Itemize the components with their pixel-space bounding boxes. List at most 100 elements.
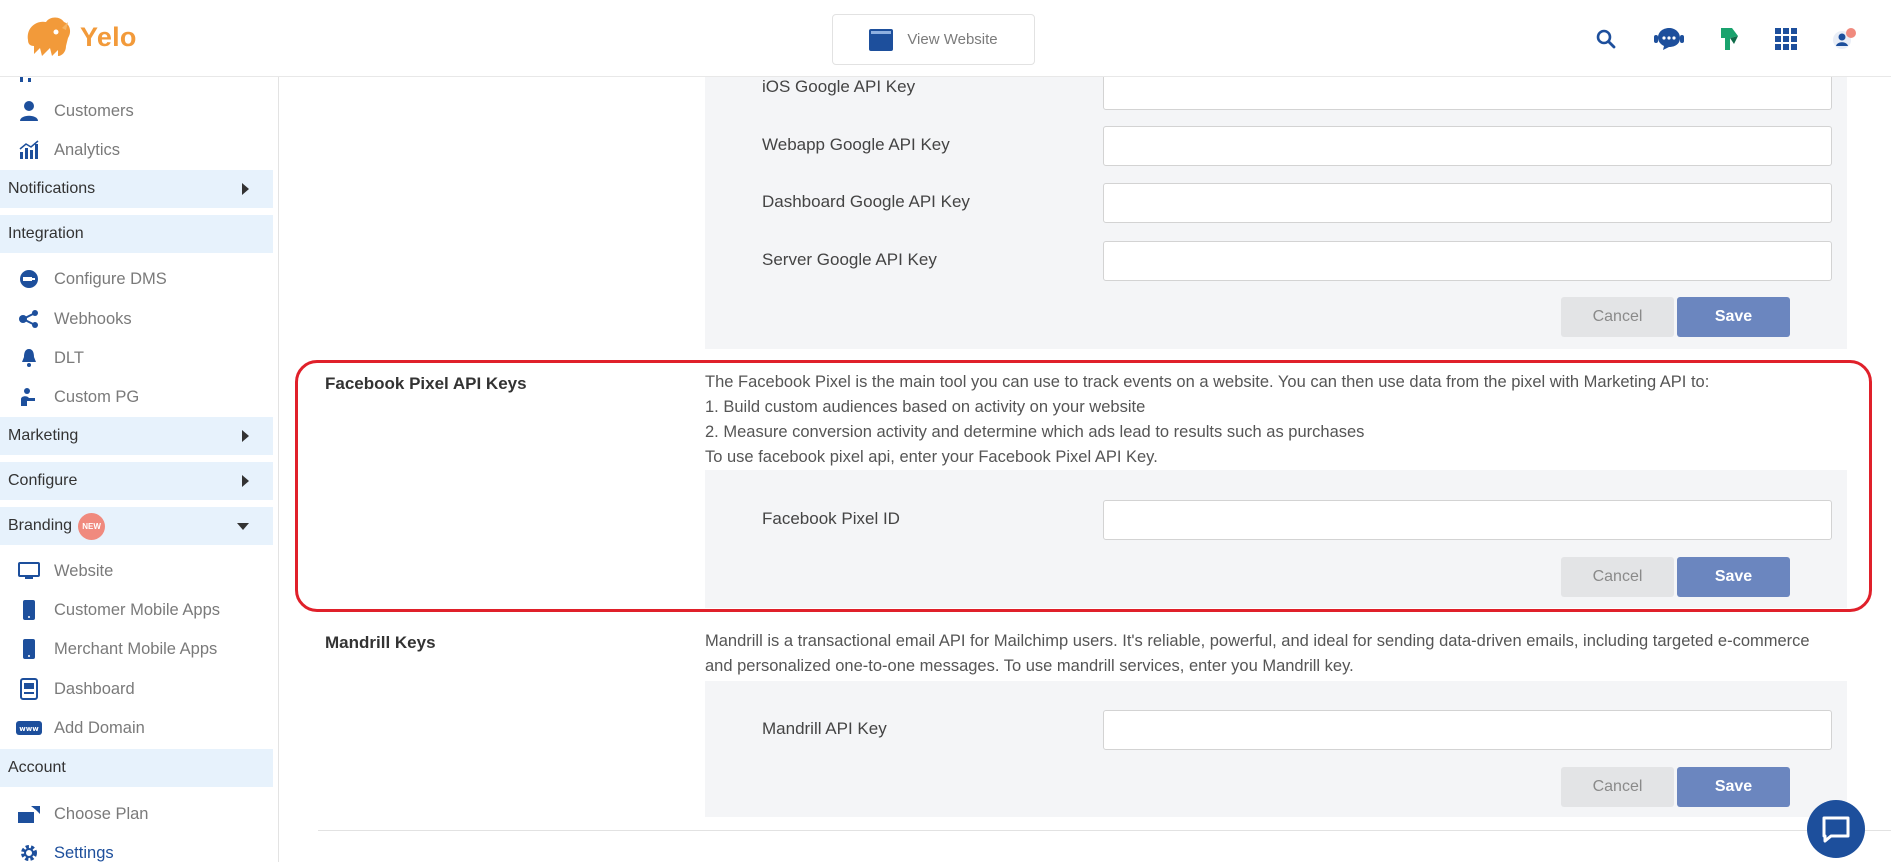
server-google-api-key-label: Server Google API Key [762, 250, 937, 269]
sidebar-item-dlt[interactable]: DLT [0, 340, 273, 376]
dms-icon [16, 266, 42, 292]
facebook-pixel-description: The Facebook Pixel is the main tool you … [705, 370, 1855, 470]
payment-gateway-icon [16, 384, 42, 410]
sidebar-item-configure-dms[interactable]: Configure DMS [0, 261, 273, 297]
sidebar-item-label: Dashboard [54, 679, 135, 698]
sidebar-section-configure[interactable]: Configure [0, 462, 273, 500]
caret-right-icon [242, 183, 249, 195]
top-header: Yelo View Website [0, 0, 1891, 77]
sidebar-item-label: Custom PG [54, 387, 140, 406]
caret-right-icon [242, 430, 249, 442]
section-label: Integration [8, 225, 84, 242]
caret-down-icon [237, 523, 249, 530]
sidebar-item-choose-plan[interactable]: Choose Plan [0, 796, 273, 832]
marketplace-icon[interactable] [1712, 22, 1746, 56]
webapp-google-api-key-input[interactable] [1103, 126, 1832, 166]
sidebar-item-merchant-mobile-apps[interactable]: Merchant Mobile Apps [0, 631, 273, 667]
mandrill-title: Mandrill Keys [325, 633, 436, 652]
analytics-icon [16, 137, 42, 163]
browser-window-icon [869, 28, 894, 51]
sidebar-item-settings[interactable]: Settings [0, 835, 273, 862]
server-google-api-key-input[interactable] [1103, 241, 1832, 281]
google-keys-save-button[interactable]: Save [1677, 297, 1790, 337]
sidebar-item-label: Add Domain [54, 718, 145, 737]
google-keys-cancel-button[interactable]: Cancel [1561, 297, 1674, 337]
www-icon: www [16, 715, 42, 741]
section-label: Account [8, 759, 66, 776]
sidebar-item-label: Choose Plan [54, 804, 149, 823]
dashboard-google-api-key-label: Dashboard Google API Key [762, 192, 970, 211]
customer-icon [16, 98, 42, 124]
section-label: Configure [8, 472, 78, 489]
sidebar-item-customer-mobile-apps[interactable]: Customer Mobile Apps [0, 592, 273, 628]
mandrill-api-key-input[interactable] [1103, 710, 1832, 750]
description-line: 2. Measure conversion activity and deter… [705, 423, 1365, 441]
webapp-google-api-key-label: Webapp Google API Key [762, 135, 950, 154]
lion-logo-icon [27, 17, 71, 56]
section-divider [318, 830, 1891, 831]
description-line: The Facebook Pixel is the main tool you … [705, 373, 1710, 391]
sidebar-item-dashboard[interactable]: Dashboard [0, 671, 273, 707]
facebook-pixel-title: Facebook Pixel API Keys [325, 374, 527, 393]
description-line: To use facebook pixel api, enter your Fa… [705, 448, 1158, 466]
chat-bubble-icon[interactable] [1807, 800, 1865, 858]
sidebar-item-label: Customer Mobile Apps [54, 600, 220, 619]
partial-menu-icon [20, 77, 36, 82]
sidebar-item-website[interactable]: Website [0, 553, 273, 589]
facebook-pixel-id-input[interactable] [1103, 500, 1832, 540]
webhooks-icon [16, 306, 42, 332]
apps-grid-icon[interactable] [1769, 22, 1803, 56]
sidebar-item-label: Website [54, 561, 114, 580]
dashboard-icon [16, 676, 42, 702]
svg-text:www: www [19, 725, 39, 733]
sidebar-item-label: Settings [54, 843, 114, 862]
ios-google-api-key-input[interactable] [1103, 77, 1832, 110]
description-line: Mandrill is a transactional email API fo… [705, 632, 1810, 650]
sidebar-item-label: DLT [54, 348, 84, 367]
sidebar-item-label: Analytics [54, 140, 121, 159]
monitor-icon [16, 558, 42, 584]
mobile-icon [16, 597, 42, 623]
support-chat-icon[interactable] [1652, 22, 1686, 56]
description-line: 1. Build custom audiences based on activ… [705, 398, 1146, 416]
sidebar-item-webhooks[interactable]: Webhooks [0, 301, 273, 337]
caret-right-icon [242, 475, 249, 487]
facebook-pixel-cancel-button[interactable]: Cancel [1561, 557, 1674, 597]
mobile-icon [16, 636, 42, 662]
sidebar-item-customers[interactable]: Customers [0, 93, 273, 129]
section-label: Branding [8, 517, 73, 534]
search-icon[interactable] [1589, 22, 1623, 56]
sidebar: Customers Analytics Notifications Integr… [0, 77, 279, 862]
facebook-pixel-save-button[interactable]: Save [1677, 557, 1790, 597]
section-label: Notifications [8, 180, 96, 197]
description-line: and personalized one-to-one messages. To… [705, 657, 1354, 675]
mandrill-description: Mandrill is a transactional email API fo… [705, 629, 1855, 679]
yelo-logo[interactable]: Yelo [22, 14, 137, 60]
main-content: iOS Google API Key Webapp Google API Key… [280, 77, 1891, 862]
sidebar-item-label: Configure DMS [54, 269, 167, 288]
bell-icon [16, 345, 42, 371]
profile-icon[interactable] [1827, 22, 1861, 56]
sidebar-item-add-domain[interactable]: www Add Domain [0, 710, 273, 746]
sidebar-section-account[interactable]: Account [0, 749, 273, 787]
sidebar-item-label: Webhooks [54, 309, 132, 328]
mandrill-cancel-button[interactable]: Cancel [1561, 767, 1674, 807]
dashboard-google-api-key-input[interactable] [1103, 183, 1832, 223]
view-website-button[interactable]: View Website [832, 14, 1035, 65]
sidebar-section-notifications[interactable]: Notifications [0, 170, 273, 208]
sidebar-section-integration[interactable]: Integration [0, 215, 273, 253]
section-label: Marketing [8, 427, 79, 444]
gear-icon [16, 840, 42, 862]
view-website-label: View Website [907, 31, 998, 48]
mandrill-save-button[interactable]: Save [1677, 767, 1790, 807]
sidebar-item-label: Merchant Mobile Apps [54, 639, 218, 658]
plan-icon [16, 801, 42, 827]
new-badge: NEW [78, 512, 106, 540]
sidebar-item-label: Customers [54, 101, 134, 120]
ios-google-api-key-label: iOS Google API Key [762, 77, 916, 96]
sidebar-item-custom-pg[interactable]: Custom PG [0, 379, 273, 415]
sidebar-section-marketing[interactable]: Marketing [0, 417, 273, 455]
sidebar-section-branding[interactable]: Branding NEW [0, 507, 273, 545]
sidebar-item-analytics[interactable]: Analytics [0, 132, 273, 168]
facebook-pixel-id-label: Facebook Pixel ID [762, 509, 900, 528]
